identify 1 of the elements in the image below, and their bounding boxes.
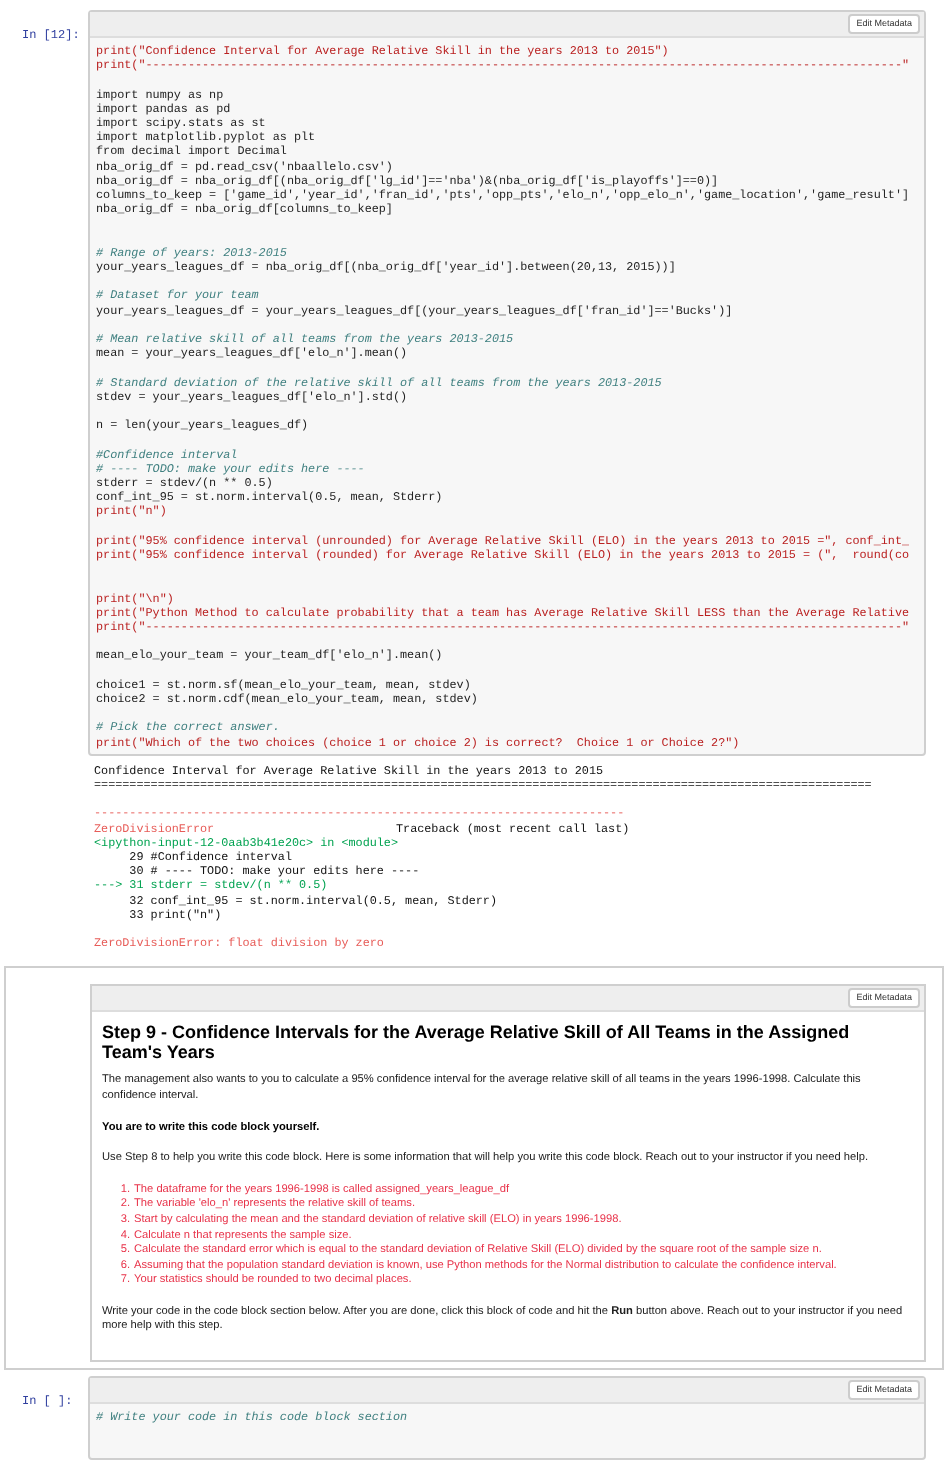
section-heading: Step 9 - Confidence Intervals for the Average Relative Skill of All Teams in the Assigned Team's Years (102, 1022, 852, 1063)
